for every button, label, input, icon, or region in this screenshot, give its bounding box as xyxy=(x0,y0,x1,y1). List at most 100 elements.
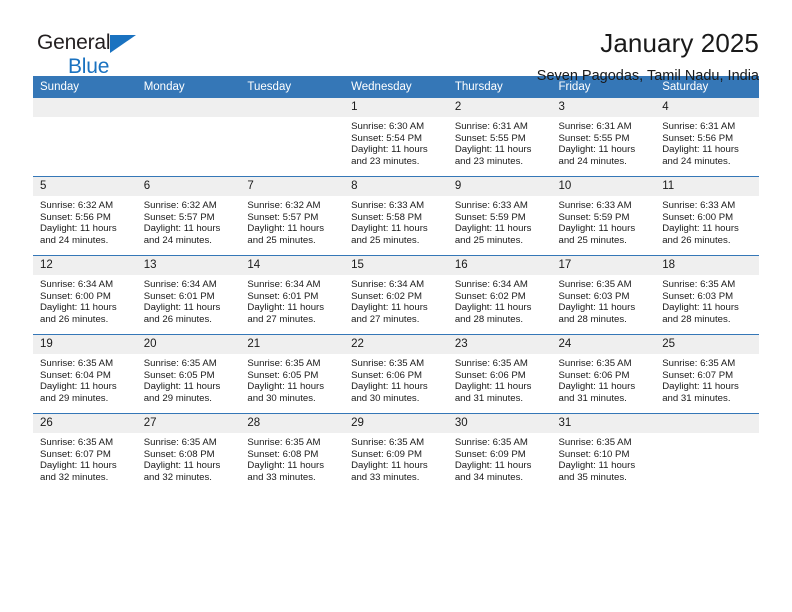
sunrise-text: Sunrise: 6:34 AM xyxy=(351,279,425,290)
sunrise-text: Sunrise: 6:33 AM xyxy=(662,200,736,211)
sunset-text: Sunset: 6:10 PM xyxy=(558,448,630,460)
day-info: Sunrise: 6:34 AM Sunset: 6:01 PM Daylight:… xyxy=(137,275,241,325)
daylight-text: Daylight: 11 hours and 26 minutes. xyxy=(143,302,221,325)
sunset-text: Sunset: 5:58 PM xyxy=(351,211,423,223)
day-number: 27 xyxy=(136,414,241,433)
sunset-text: Sunset: 5:56 PM xyxy=(40,211,111,223)
day-number: 1 xyxy=(344,98,448,117)
daylight-text: Daylight: 11 hours and 31 minutes. xyxy=(662,381,739,404)
sunrise-text: Sunrise: 6:30 AM xyxy=(351,121,425,132)
calendar-day-cell: 13 Sunrise: 6:34 AM Sunset: 6:01 PM Dayligh… xyxy=(136,255,241,335)
sunrise-text: Sunrise: 6:31 AM xyxy=(662,121,736,132)
calendar-day-cell: 11 Sunrise: 6:33 AM Sunset: 6:00 PM Dayligh… xyxy=(655,176,759,256)
calendar-day-cell: 28 Sunrise: 6:35 AM Sunset: 6:08 PM Dayligh… xyxy=(240,413,345,492)
day-number xyxy=(33,98,137,117)
day-number: 22 xyxy=(344,335,448,354)
day-info: Sunrise: 6:32 AM Sunset: 5:56 PM Daylight:… xyxy=(33,196,137,246)
day-info: Sunrise: 6:33 AM Sunset: 6:00 PM Daylight:… xyxy=(655,196,759,246)
sunrise-text: Sunrise: 6:32 AM xyxy=(143,200,217,211)
sunset-text: Sunset: 6:04 PM xyxy=(40,369,111,381)
calendar-day-cell: 4 Sunrise: 6:31 AM Sunset: 5:56 PM Daylight… xyxy=(655,98,759,177)
calendar-day-cell: 10 Sunrise: 6:33 AM Sunset: 5:59 PM Dayligh… xyxy=(551,176,656,256)
sunset-text: Sunset: 6:05 PM xyxy=(143,369,215,381)
calendar-day-cell: 5 Sunrise: 6:32 AM Sunset: 5:56 PM Daylight… xyxy=(33,176,137,256)
sunset-text: Sunset: 6:08 PM xyxy=(247,448,319,460)
page-subtitle: Seven Pagodas, Tamil Nadu, India xyxy=(536,68,759,84)
calendar-day-cell: 12 Sunrise: 6:34 AM Sunset: 6:00 PM Dayligh… xyxy=(33,255,137,335)
logo-text-blue: Blue xyxy=(68,55,110,78)
sunrise-text: Sunrise: 6:32 AM xyxy=(247,200,321,211)
day-number: 19 xyxy=(33,335,137,354)
day-info: Sunrise: 6:35 AM Sunset: 6:07 PM Daylight:… xyxy=(655,354,759,404)
day-info: Sunrise: 6:35 AM Sunset: 6:05 PM Daylight:… xyxy=(137,354,241,404)
calendar-day-cell: 22 Sunrise: 6:35 AM Sunset: 6:06 PM Dayligh… xyxy=(344,334,448,414)
day-number: 21 xyxy=(240,335,345,354)
day-info: Sunrise: 6:32 AM Sunset: 5:57 PM Daylight:… xyxy=(240,196,344,246)
day-info: Sunrise: 6:35 AM Sunset: 6:10 PM Daylight:… xyxy=(552,433,656,483)
sunset-text: Sunset: 6:06 PM xyxy=(454,369,526,381)
page-header: General Blue January 2025 Seven Pagodas,… xyxy=(33,0,759,84)
calendar-day-cell: 9 Sunrise: 6:33 AM Sunset: 5:59 PM Daylight… xyxy=(447,176,552,256)
calendar-table: Sunday Monday Tuesday Wednesday Thursday… xyxy=(33,76,759,492)
calendar-day-cell: 3 Sunrise: 6:31 AM Sunset: 5:55 PM Daylight… xyxy=(551,98,656,177)
calendar-day-cell: 2 Sunrise: 6:31 AM Sunset: 5:55 PM Daylight… xyxy=(447,98,552,177)
sunset-text: Sunset: 6:02 PM xyxy=(454,290,526,302)
sunrise-text: Sunrise: 6:34 AM xyxy=(247,279,321,290)
daylight-text: Daylight: 11 hours and 33 minutes. xyxy=(247,460,325,483)
day-info: Sunrise: 6:35 AM Sunset: 6:03 PM Daylight:… xyxy=(552,275,656,325)
day-number: 31 xyxy=(551,414,656,433)
calendar-day-cell-empty xyxy=(240,98,345,177)
calendar-day-cell: 18 Sunrise: 6:35 AM Sunset: 6:03 PM Dayligh… xyxy=(655,255,759,335)
day-info: Sunrise: 6:35 AM Sunset: 6:06 PM Daylight:… xyxy=(552,354,656,404)
daylight-text: Daylight: 11 hours and 30 minutes. xyxy=(351,381,428,404)
sunset-text: Sunset: 6:06 PM xyxy=(558,369,630,381)
day-info: Sunrise: 6:35 AM Sunset: 6:06 PM Daylight:… xyxy=(344,354,448,404)
calendar-day-cell: 30 Sunrise: 6:35 AM Sunset: 6:09 PM Dayligh… xyxy=(447,413,552,492)
weekday-header-wednesday: Wednesday xyxy=(344,76,448,98)
daylight-text: Daylight: 11 hours and 25 minutes. xyxy=(454,223,532,246)
day-number: 2 xyxy=(447,98,552,117)
day-number: 29 xyxy=(344,414,448,433)
day-number: 13 xyxy=(136,256,241,275)
daylight-text: Daylight: 11 hours and 26 minutes. xyxy=(662,223,739,246)
day-info: Sunrise: 6:35 AM Sunset: 6:06 PM Daylight:… xyxy=(448,354,552,404)
calendar-day-cell: 16 Sunrise: 6:34 AM Sunset: 6:02 PM Dayligh… xyxy=(447,255,552,335)
sunset-text: Sunset: 6:07 PM xyxy=(662,369,734,381)
sunset-text: Sunset: 6:02 PM xyxy=(351,290,423,302)
calendar-day-cell: 31 Sunrise: 6:35 AM Sunset: 6:10 PM Dayligh… xyxy=(551,413,656,492)
sunset-text: Sunset: 5:55 PM xyxy=(454,132,526,144)
calendar-week-row: 19 Sunrise: 6:35 AM Sunset: 6:04 PM Dayligh… xyxy=(33,334,759,414)
day-number: 26 xyxy=(33,414,137,433)
sunset-text: Sunset: 5:59 PM xyxy=(454,211,526,223)
sunrise-text: Sunrise: 6:35 AM xyxy=(351,358,425,369)
day-info: Sunrise: 6:34 AM Sunset: 6:01 PM Daylight:… xyxy=(240,275,344,325)
calendar-day-cell: 27 Sunrise: 6:35 AM Sunset: 6:08 PM Dayligh… xyxy=(136,413,241,492)
calendar-day-cell: 17 Sunrise: 6:35 AM Sunset: 6:03 PM Dayligh… xyxy=(551,255,656,335)
logo-text-general-label: General xyxy=(37,31,111,54)
day-number: 10 xyxy=(551,177,656,196)
calendar-day-cell: 29 Sunrise: 6:35 AM Sunset: 6:09 PM Dayligh… xyxy=(344,413,448,492)
daylight-text: Daylight: 11 hours and 25 minutes. xyxy=(247,223,325,246)
day-info: Sunrise: 6:31 AM Sunset: 5:55 PM Daylight:… xyxy=(448,117,552,167)
day-number xyxy=(655,414,759,433)
daylight-text: Daylight: 11 hours and 29 minutes. xyxy=(143,381,221,404)
calendar-week-row: 26 Sunrise: 6:35 AM Sunset: 6:07 PM Dayligh… xyxy=(33,413,759,492)
day-info: Sunrise: 6:33 AM Sunset: 5:58 PM Daylight:… xyxy=(344,196,448,246)
daylight-text: Daylight: 11 hours and 31 minutes. xyxy=(558,381,636,404)
daylight-text: Daylight: 11 hours and 26 minutes. xyxy=(40,302,117,325)
day-info: Sunrise: 6:35 AM Sunset: 6:07 PM Daylight:… xyxy=(33,433,137,483)
daylight-text: Daylight: 11 hours and 28 minutes. xyxy=(558,302,636,325)
logo-generalblue[interactable]: General Blue xyxy=(37,32,177,80)
calendar-week-row: 1 Sunrise: 6:30 AM Sunset: 5:54 PM Daylight… xyxy=(33,98,759,177)
day-number: 11 xyxy=(655,177,759,196)
day-info: Sunrise: 6:35 AM Sunset: 6:03 PM Daylight:… xyxy=(655,275,759,325)
weekday-header-tuesday: Tuesday xyxy=(240,76,345,98)
sunset-text: Sunset: 6:09 PM xyxy=(351,448,423,460)
sunset-text: Sunset: 6:09 PM xyxy=(454,448,526,460)
sunrise-text: Sunrise: 6:33 AM xyxy=(558,200,632,211)
sunrise-text: Sunrise: 6:31 AM xyxy=(454,121,528,132)
day-number: 12 xyxy=(33,256,137,275)
daylight-text: Daylight: 11 hours and 24 minutes. xyxy=(662,144,739,167)
daylight-text: Daylight: 11 hours and 23 minutes. xyxy=(454,144,532,167)
day-info: Sunrise: 6:35 AM Sunset: 6:04 PM Daylight:… xyxy=(33,354,137,404)
